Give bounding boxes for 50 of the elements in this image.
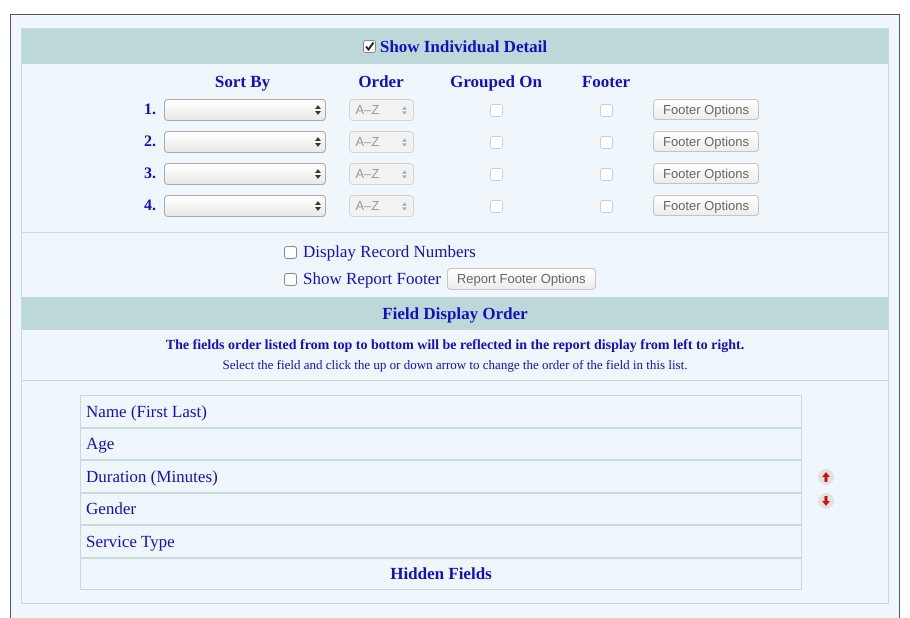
- sort-field-select[interactable]: [164, 195, 326, 217]
- instruction-text: Select the field and click the up or down arrow to change the order of the field in this list.: [222, 356, 688, 374]
- grouped-checkbox[interactable]: [490, 168, 502, 180]
- field-list-item[interactable]: Service Type: [81, 526, 801, 558]
- instruction-text: The fields order listed from top to bottom will be reflected in the report display from left to right.: [166, 337, 744, 355]
- updown-icon: [402, 138, 406, 146]
- footer-options-button[interactable]: Footer Options: [653, 195, 759, 216]
- sort-field-select[interactable]: [164, 163, 326, 185]
- column-header: Footer: [580, 71, 632, 93]
- sort-field-select[interactable]: [164, 99, 326, 121]
- sort-field-select[interactable]: [164, 131, 326, 153]
- grouped-checkbox[interactable]: [490, 104, 502, 116]
- hidden-fields-header: Hidden Fields: [81, 558, 801, 590]
- updown-icon: [315, 201, 321, 211]
- move-up-icon[interactable]: [818, 469, 834, 486]
- updown-icon: [315, 137, 321, 147]
- grouped-checkbox[interactable]: [490, 136, 502, 148]
- option-checkbox[interactable]: [284, 272, 297, 286]
- updown-icon: [315, 105, 321, 115]
- updown-icon: [402, 202, 406, 210]
- updown-icon: [315, 169, 321, 179]
- footer-checkbox[interactable]: [600, 200, 612, 212]
- updown-icon: [402, 106, 406, 114]
- move-down-icon[interactable]: [818, 493, 834, 510]
- row-number: 2.: [143, 132, 157, 152]
- field-list-item[interactable]: Age: [81, 428, 801, 461]
- report-footer-options-button[interactable]: Report Footer Options: [446, 268, 596, 290]
- footer-checkbox[interactable]: [600, 168, 612, 180]
- field-list-item[interactable]: Name (First Last): [81, 396, 801, 428]
- field-list-item[interactable]: Duration (Minutes): [81, 461, 801, 494]
- footer-options-button[interactable]: Footer Options: [653, 163, 759, 184]
- option-label: Show Report Footer: [303, 268, 441, 290]
- section-title: Field Display Order: [382, 302, 528, 325]
- grouped-checkbox[interactable]: [490, 200, 502, 212]
- footer-options-button[interactable]: Footer Options: [653, 99, 759, 120]
- field-list-item[interactable]: Gender: [81, 494, 801, 526]
- column-header: Order: [357, 71, 405, 93]
- column-header: Sort By: [214, 71, 272, 93]
- row-number: 1.: [143, 100, 157, 120]
- footer-checkbox[interactable]: [600, 136, 612, 148]
- footer-checkbox[interactable]: [600, 104, 612, 116]
- footer-options-button[interactable]: Footer Options: [653, 131, 759, 152]
- option-label: Display Record Numbers: [303, 241, 476, 264]
- row-number: 3.: [143, 164, 157, 184]
- option-checkbox[interactable]: [284, 246, 297, 258]
- column-header: Grouped On: [449, 71, 543, 93]
- section-title: Show Individual Detail: [380, 36, 548, 58]
- row-number: 4.: [143, 196, 157, 216]
- checkbox[interactable]: [362, 40, 376, 53]
- updown-icon: [402, 170, 406, 178]
